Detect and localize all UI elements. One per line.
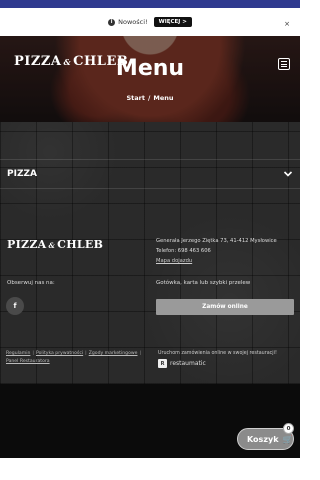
page: i Nowości! WIĘCEJ > × PIZZA & CHLEB Menu S…	[0, 0, 300, 480]
order-online-button[interactable]: Zamów online	[156, 299, 294, 315]
restaumatic-name: restaumatic	[170, 359, 206, 367]
category-label: PIZZA	[7, 169, 37, 179]
divider: |	[139, 351, 142, 356]
breadcrumb-separator: /	[147, 94, 151, 102]
restaumatic-text: Uruchom zamówienia online w swojej resta…	[158, 351, 277, 356]
footer-logo-ampersand: &	[48, 241, 56, 250]
privacy-link[interactable]: Polityka prywatności	[36, 351, 83, 356]
notice-bar: i Nowości! WIĘCEJ > ×	[0, 0, 300, 36]
marketing-consents-link[interactable]: Zgody marketingowe	[89, 351, 138, 356]
footer-logo-right: CHLEB	[57, 238, 104, 251]
payment-text: Gotówka, karta lub szybki przelew	[156, 280, 251, 286]
chevron-down-icon	[283, 171, 293, 177]
cart-count-badge: 0	[283, 423, 294, 434]
legal-links: Regulamin | Polityka prywatności | Zgody mar…	[6, 350, 151, 366]
divider: |	[32, 351, 34, 356]
footer-logo-left: PIZZA	[7, 238, 47, 251]
close-icon[interactable]: ×	[284, 20, 290, 28]
page-bottom	[0, 458, 300, 480]
cart-label: Koszyk	[247, 434, 279, 444]
menu-category-pizza[interactable]: PIZZA	[0, 159, 300, 189]
more-button[interactable]: WIĘCEJ >	[153, 17, 192, 27]
footer-logo: PIZZA & CHLEB	[7, 238, 103, 251]
restaumatic-logo-icon: R	[158, 359, 167, 368]
cart-icon: 🛒	[282, 434, 293, 444]
address-text: Generała Jerzego Ziętka 73, 41-412 Mysło…	[156, 238, 277, 244]
restaumatic-promo[interactable]: Uruchom zamówienia online w swojej resta…	[158, 350, 277, 368]
page-title: Menu	[115, 56, 185, 81]
restaumatic-brand: R restaumatic	[158, 359, 277, 368]
breadcrumb-current: Menu	[153, 94, 174, 102]
notice-text: Nowości!	[118, 18, 148, 26]
hero-banner: PIZZA & CHLEB Menu Start / Menu	[0, 36, 300, 122]
content-section: PIZZA PIZZA & CHLEB Generała Jerzego Ziętk…	[0, 122, 300, 384]
cart-button[interactable]: Koszyk 🛒 0	[237, 423, 294, 450]
breadcrumb-start[interactable]: Start	[126, 94, 145, 102]
facebook-icon[interactable]: f	[6, 297, 24, 315]
info-icon: i	[108, 18, 116, 26]
terms-link[interactable]: Regulamin	[6, 351, 30, 356]
map-link[interactable]: Mapa dojazdu	[156, 256, 277, 266]
contact-block: Generała Jerzego Ziętka 73, 41-412 Mysło…	[156, 236, 277, 266]
divider: |	[85, 351, 87, 356]
restaurant-panel-link[interactable]: Panel Restauratora	[6, 359, 50, 364]
phone-text: Telefon: 698 463 606	[156, 248, 211, 254]
follow-label: Obserwuj nas na:	[7, 280, 55, 286]
breadcrumb: Start / Menu	[0, 94, 300, 102]
